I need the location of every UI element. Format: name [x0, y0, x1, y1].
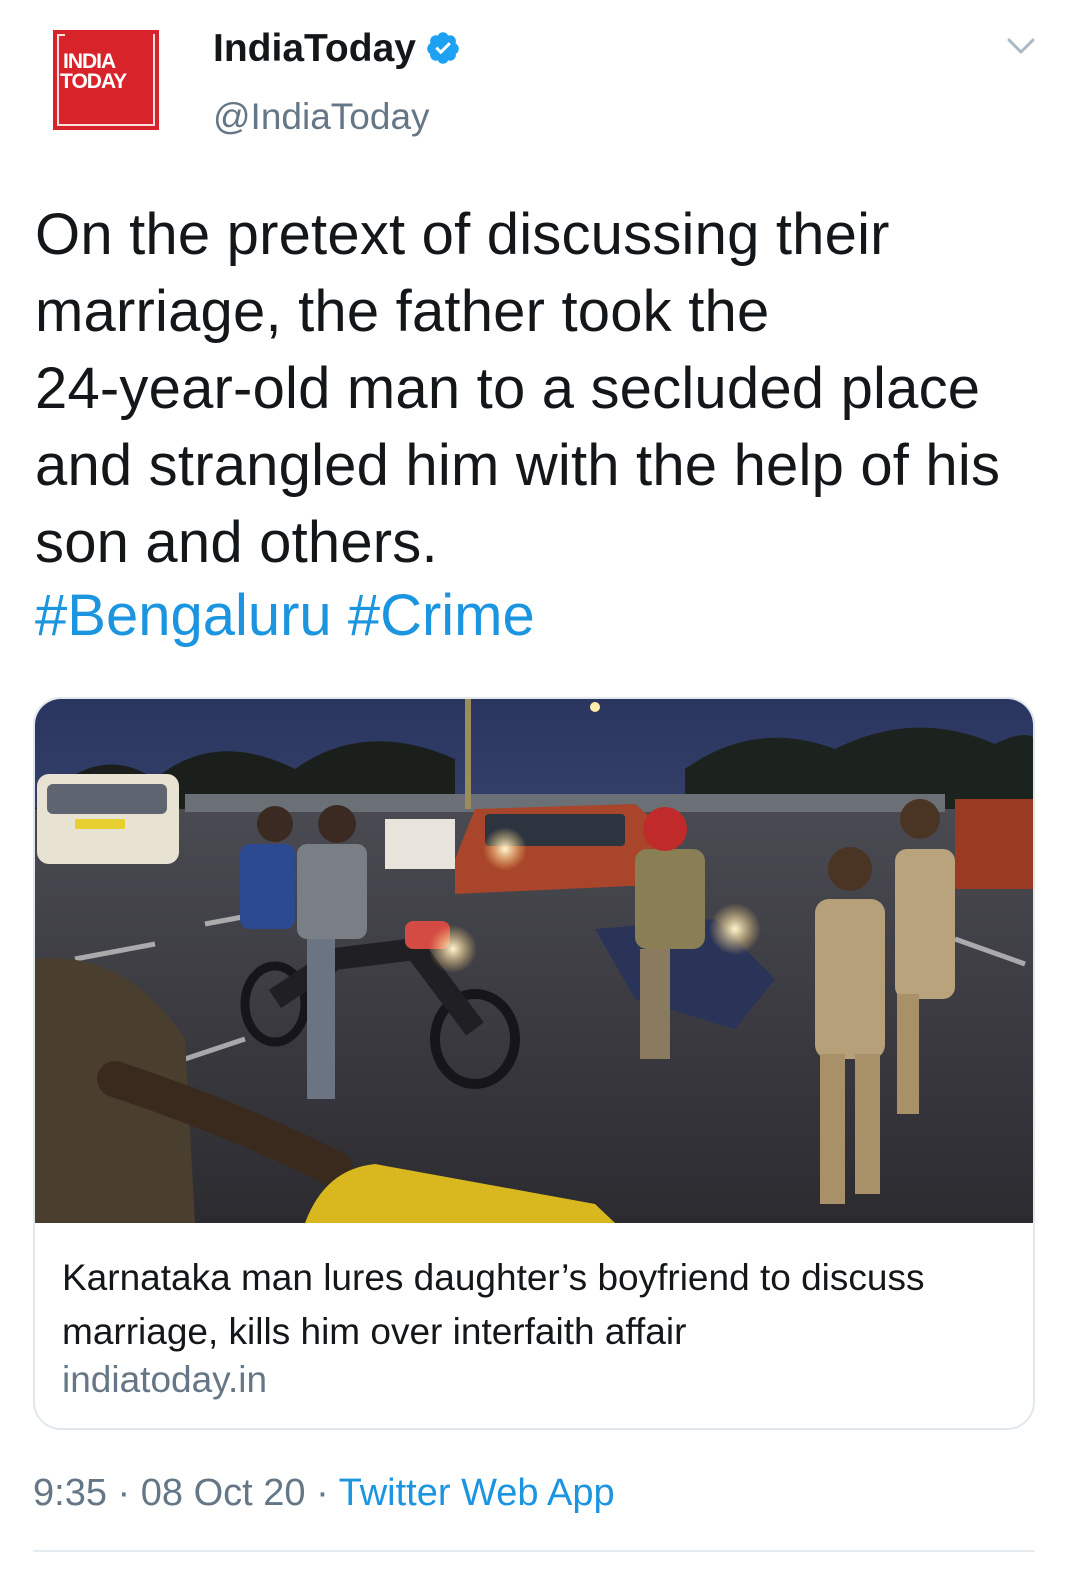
logo-line-2: TODAY	[60, 70, 127, 93]
verified-badge-icon	[427, 32, 459, 64]
tweet-text-line: marriage, the father took the	[35, 279, 770, 344]
chevron-down-icon[interactable]	[1005, 34, 1037, 58]
display-name[interactable]: IndiaToday	[213, 26, 416, 72]
tweet-text-line: On the pretext of discussing their	[35, 202, 890, 267]
divider	[33, 1550, 1035, 1552]
card-title-line: marriage, kills him over interfaith affa…	[62, 1311, 687, 1352]
meta-separator: ·	[117, 1472, 131, 1514]
link-card[interactable]: Karnataka man lures daughter’s boyfriend…	[33, 697, 1035, 1430]
avatar[interactable]: INDIA TODAY	[53, 30, 159, 130]
hashtag-link-crime[interactable]: #Crime	[348, 583, 535, 648]
card-title[interactable]: Karnataka man lures daughter’s boyfriend…	[62, 1251, 1022, 1359]
tweet-meta: 9:35 · 08 Oct 20 · Twitter Web App	[33, 1470, 615, 1516]
tweet-text-line: and strangled him with the help of his	[35, 433, 1001, 498]
card-title-line: Karnataka man lures daughter’s boyfriend…	[62, 1257, 925, 1298]
card-domain: indiatoday.in	[62, 1359, 268, 1400]
meta-separator: ·	[316, 1472, 329, 1514]
tweet-text-line: 24-year-old man to a secluded place	[35, 356, 981, 421]
tweet: INDIA TODAY IndiaToday @IndiaToday On th…	[0, 0, 1080, 1585]
hashtags: #Bengaluru #Crime	[35, 581, 535, 651]
logo-line-1: INDIA	[63, 50, 116, 73]
tweet-date[interactable]: 08 Oct 20	[141, 1472, 306, 1514]
hashtag-link-bengaluru[interactable]: #Bengaluru	[35, 583, 332, 648]
tweet-text-line: son and others.	[35, 510, 438, 575]
tweet-source-link[interactable]: Twitter Web App	[339, 1472, 615, 1514]
tweet-text: On the pretext of discussing their marri…	[35, 196, 1055, 581]
card-body[interactable]: Karnataka man lures daughter’s boyfriend…	[35, 1223, 1033, 1428]
card-image[interactable]	[35, 699, 1035, 1223]
india-today-logo: INDIA TODAY	[60, 50, 149, 93]
account-handle[interactable]: @IndiaToday	[213, 95, 430, 139]
tweet-time[interactable]: 9:35	[33, 1472, 107, 1514]
